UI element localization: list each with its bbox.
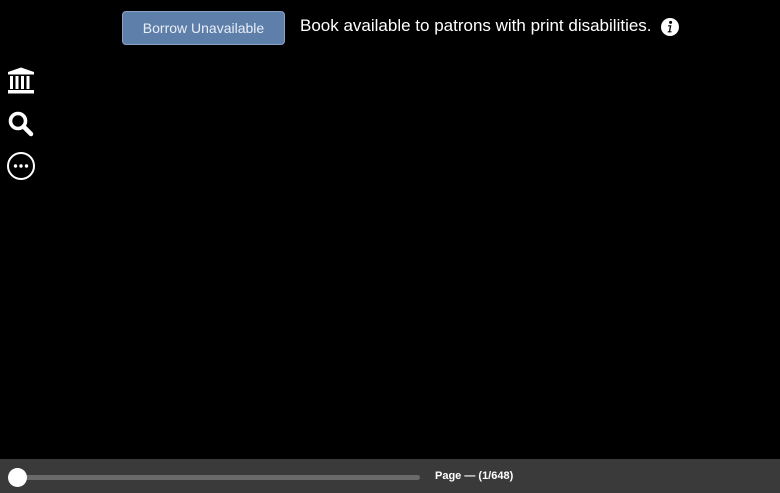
page-slider-handle[interactable]: [8, 468, 27, 487]
info-icon[interactable]: [661, 18, 679, 36]
more-icon[interactable]: [6, 151, 36, 181]
archive-icon[interactable]: [6, 66, 36, 96]
borrow-button[interactable]: Borrow Unavailable: [122, 11, 285, 45]
page-slider-track[interactable]: [14, 475, 420, 480]
top-bar: Borrow Unavailable Book available to pat…: [0, 0, 780, 56]
availability-notice: Book available to patrons with print dis…: [300, 16, 652, 35]
bottom-navigation-bar: Page — (1/648): [0, 459, 780, 493]
page-indicator: Page — (1/648): [435, 470, 514, 482]
search-icon[interactable]: [6, 109, 36, 139]
